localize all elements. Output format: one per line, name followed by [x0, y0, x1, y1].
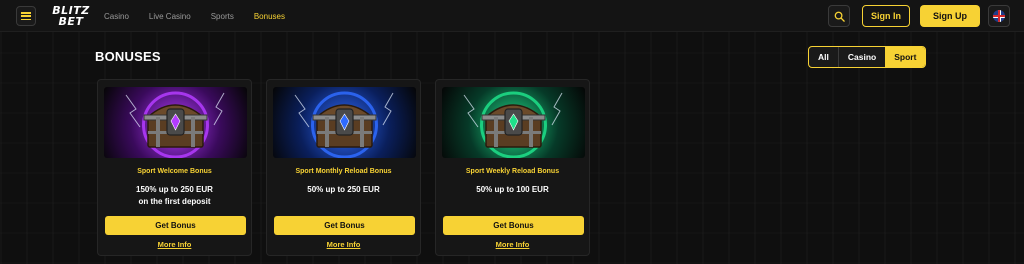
uk-flag-icon [993, 10, 1005, 22]
bonus-description: 50% up to 250 EUR [277, 184, 410, 196]
bonus-description-line: 50% up to 250 EUR [307, 185, 380, 194]
bonus-card: Sport Welcome Bonus 150% up to 250 EUR o… [97, 79, 252, 256]
menu-button[interactable] [16, 6, 36, 26]
search-icon [834, 11, 845, 22]
nav-sports[interactable]: Sports [211, 12, 234, 21]
more-info-link[interactable]: More Info [98, 240, 251, 249]
bonus-title: Sport Welcome Bonus [137, 168, 212, 175]
bonus-description: 50% up to 100 EUR [446, 184, 579, 196]
bonus-card: Sport Weekly Reload Bonus 50% up to 100 … [435, 79, 590, 256]
sign-up-button[interactable]: Sign Up [920, 5, 980, 27]
language-button[interactable] [988, 5, 1010, 27]
treasure-chest-icon [125, 91, 225, 158]
bonus-title: Sport Monthly Reload Bonus [295, 168, 392, 175]
filter-sport[interactable]: Sport [885, 47, 926, 67]
bonus-card: Sport Monthly Reload Bonus 50% up to 250… [266, 79, 421, 256]
treasure-chest-icon [463, 91, 563, 158]
search-button[interactable] [828, 5, 850, 27]
more-info-link[interactable]: More Info [267, 240, 420, 249]
get-bonus-button[interactable]: Get Bonus [105, 216, 246, 235]
more-info-link[interactable]: More Info [436, 240, 589, 249]
hamburger-menu-icon [21, 12, 31, 20]
get-bonus-button[interactable]: Get Bonus [443, 216, 584, 235]
bonus-description-line: 150% up to 250 EUR [136, 185, 213, 194]
treasure-chest-icon [294, 91, 394, 158]
filter-all[interactable]: All [809, 47, 839, 67]
logo-line2: BET [58, 15, 84, 28]
bonus-chest-image [104, 87, 247, 158]
bonus-description-line: on the first deposit [138, 197, 211, 206]
bonus-title: Sport Weekly Reload Bonus [465, 168, 560, 175]
bonus-filter-tabs: All Casino Sport [808, 46, 927, 68]
logo[interactable]: BLITZ BET [48, 3, 94, 29]
get-bonus-button[interactable]: Get Bonus [274, 216, 415, 235]
nav-live-casino[interactable]: Live Casino [149, 12, 191, 21]
bonus-chest-image [273, 87, 416, 158]
filter-casino[interactable]: Casino [839, 47, 885, 67]
nav-casino[interactable]: Casino [104, 12, 129, 21]
nav-bonuses[interactable]: Bonuses [254, 12, 285, 21]
bonus-description: 150% up to 250 EUR on the first deposit [108, 184, 241, 208]
sign-in-button[interactable]: Sign In [862, 5, 910, 27]
top-header: BLITZ BET Casino Live Casino Sports Bonu… [0, 0, 1024, 32]
page-title: BONUSES [95, 49, 161, 64]
bonus-chest-image [442, 87, 585, 158]
main-nav: Casino Live Casino Sports Bonuses [104, 0, 305, 32]
bonus-description-line: 50% up to 100 EUR [476, 185, 549, 194]
